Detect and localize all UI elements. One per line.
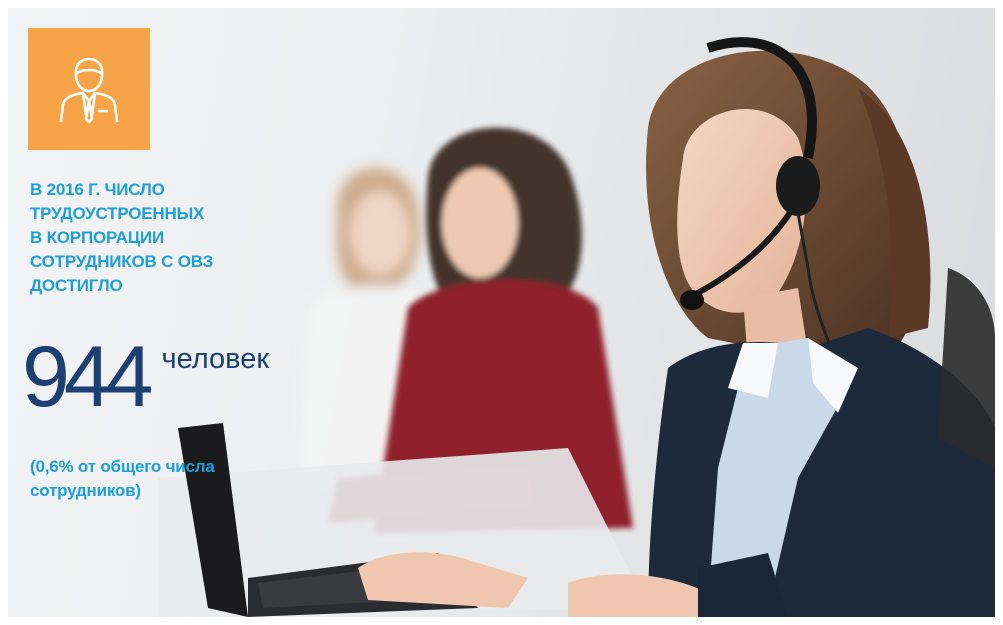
call-center-photo bbox=[158, 37, 995, 617]
note-line: (0,6% от общего числа bbox=[30, 457, 215, 476]
statistic: 944 человек bbox=[22, 334, 269, 420]
statistic-value: 944 bbox=[22, 329, 153, 425]
statistic-unit: человек bbox=[161, 343, 270, 375]
infographic-card: В 2016 г. число трудоустроенных в корпор… bbox=[8, 8, 995, 617]
percentage-note: (0,6% от общего числа сотрудников) bbox=[30, 455, 350, 503]
businessman-icon-box bbox=[28, 28, 150, 150]
employment-caption: В 2016 г. число трудоустроенных в корпор… bbox=[30, 178, 350, 298]
businessman-icon bbox=[59, 57, 119, 124]
caption-line: В 2016 г. число bbox=[30, 180, 165, 199]
caption-line: трудоустроенных bbox=[30, 204, 205, 223]
note-line: сотрудников) bbox=[30, 481, 141, 500]
caption-line: сотрудников с ОВЗ bbox=[30, 252, 214, 271]
caption-line: достигло bbox=[30, 276, 123, 295]
caption-line: в корпорации bbox=[30, 228, 164, 247]
